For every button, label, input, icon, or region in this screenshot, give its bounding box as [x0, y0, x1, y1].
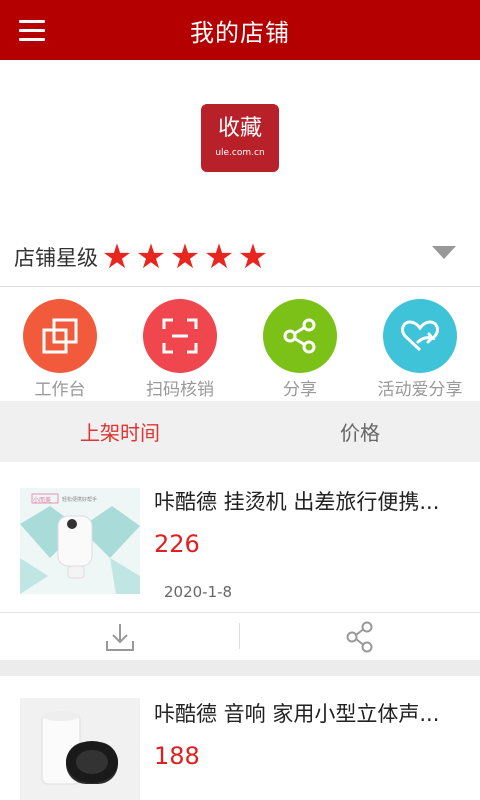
- star-rating: ★ ★ ★ ★ ★: [100, 240, 270, 274]
- product-card[interactable]: 咔酷德 音响 家用小型立体声... 188: [0, 676, 480, 800]
- share-product-button[interactable]: [240, 613, 480, 660]
- share-icon: [346, 621, 373, 652]
- store-logo-subtext: ule.com.cn: [215, 148, 265, 158]
- product-date: 2020-1-8: [164, 583, 233, 601]
- workbench-button[interactable]: 工作台: [0, 299, 120, 400]
- activity-share-button[interactable]: 活动爱分享: [360, 299, 480, 400]
- page-title: 我的店铺: [190, 18, 290, 47]
- product-title: 咔酷德 挂烫机 出差旅行便携...: [154, 490, 440, 514]
- scan-verify-label: 扫码核销: [146, 380, 214, 400]
- card-separator: [0, 660, 480, 676]
- sort-tabs: 上架时间 价格: [0, 401, 480, 462]
- card-actions: [0, 613, 480, 660]
- star-icon: ★: [101, 237, 133, 277]
- share-icon: [263, 299, 337, 373]
- download-icon: [106, 623, 134, 651]
- store-rating-label: 店铺星级: [14, 246, 98, 270]
- tab-listing-time[interactable]: 上架时间: [0, 401, 240, 462]
- store-logo-text: 收藏: [217, 116, 262, 141]
- workbench-icon: [23, 299, 97, 373]
- heart-share-icon: [383, 299, 457, 373]
- product-price: 188: [154, 742, 200, 770]
- share-button[interactable]: 分享: [240, 299, 360, 400]
- product-price: 226: [154, 530, 200, 558]
- download-button[interactable]: [0, 613, 240, 660]
- tab-price[interactable]: 价格: [240, 401, 480, 462]
- top-bar: 我的店铺: [0, 0, 480, 60]
- product-thumbnail: [20, 698, 140, 800]
- share-label: 分享: [283, 380, 317, 400]
- scan-verify-button[interactable]: 扫码核销: [120, 299, 240, 400]
- app-screen: 我的店铺 收藏 ule.com.cn 店铺星级 ★ ★ ★ ★ ★ 工作台 扫码…: [0, 0, 480, 800]
- star-icon: ★: [203, 237, 235, 277]
- chevron-down-icon[interactable]: [432, 246, 456, 259]
- activity-share-label: 活动爱分享: [377, 380, 463, 400]
- action-grid: 工作台 扫码核销 分享 活动爱分享: [0, 287, 480, 401]
- star-icon: ★: [169, 237, 201, 277]
- product-title: 咔酷德 音响 家用小型立体声...: [154, 702, 440, 726]
- workbench-label: 工作台: [34, 380, 86, 400]
- thumb-caption: 轻松便携好帮手: [62, 497, 98, 503]
- product-thumbnail: 小而美 轻松便携好帮手: [20, 488, 140, 594]
- star-icon: ★: [135, 237, 167, 277]
- divider: [239, 623, 240, 649]
- store-logo: 收藏 ule.com.cn: [201, 104, 279, 172]
- star-icon: ★: [237, 237, 269, 277]
- hamburger-menu-icon[interactable]: [10, 10, 54, 50]
- scan-icon: [143, 299, 217, 373]
- thumb-badge: 小而美: [33, 497, 52, 504]
- store-rating-row[interactable]: 店铺星级 ★ ★ ★ ★ ★: [0, 230, 480, 284]
- product-card[interactable]: 小而美 轻松便携好帮手 咔酷德 挂烫机 出差旅行便携... 226 2020-1…: [0, 462, 480, 660]
